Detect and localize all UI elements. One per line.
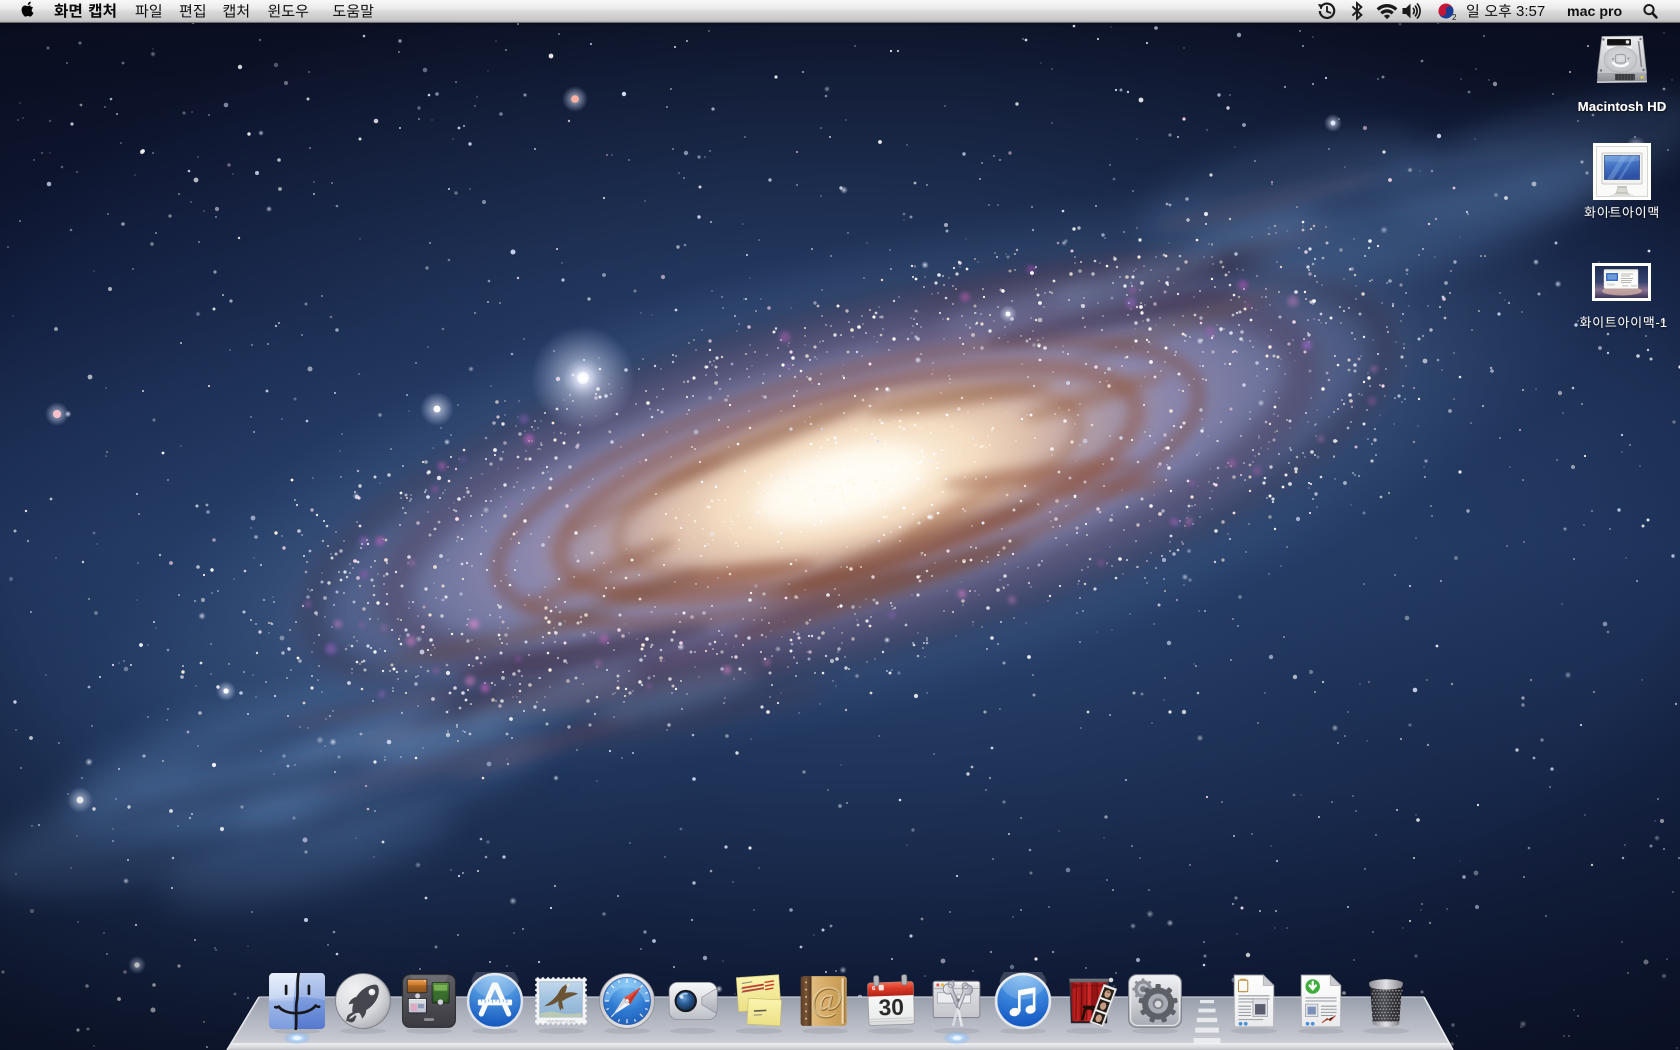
svg-text:USA FIRST CLASS: USA FIRST CLASS: [547, 1020, 577, 1024]
svg-text:30: 30: [878, 994, 904, 1021]
svg-text:mac pro: mac pro: [1567, 4, 1623, 20]
svg-text:3:57: 3:57: [1516, 3, 1545, 20]
svg-text:Macintosh HD: Macintosh HD: [1578, 99, 1667, 114]
svg-text:@: @: [810, 980, 842, 1019]
svg-text:2: 2: [1452, 13, 1457, 22]
svg-text:-1: -1: [1656, 315, 1668, 330]
